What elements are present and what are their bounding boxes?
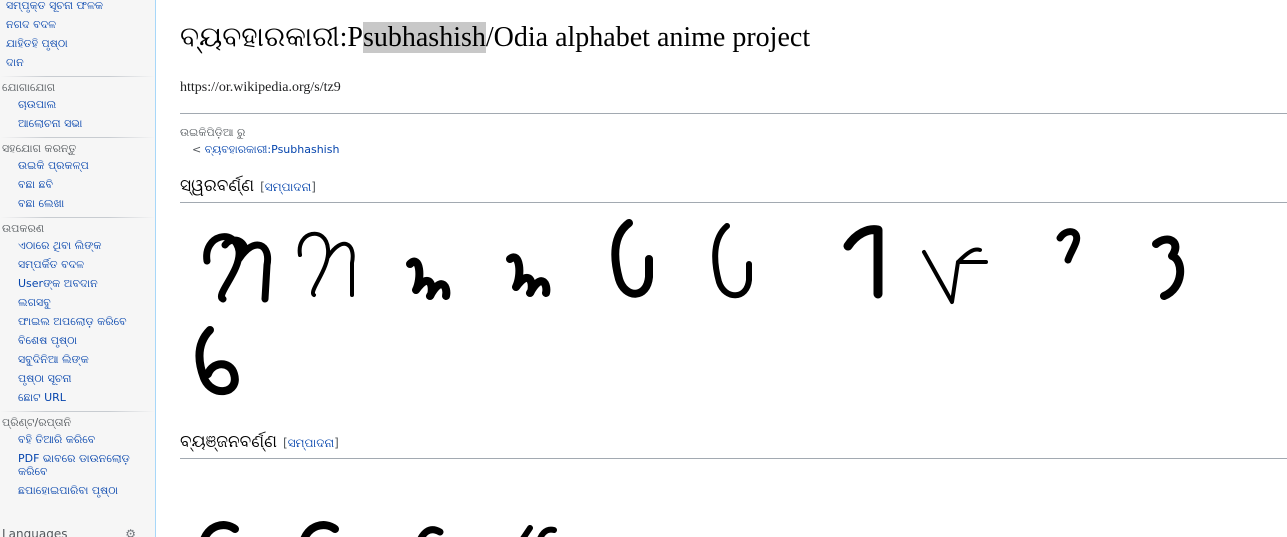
- sidebar-link[interactable]: ଆଲୋଚନା ସଭା: [18, 117, 82, 130]
- sidebar-item-page-info[interactable]: ପୃଷ୍ଠା ସୂଚନା: [0, 369, 155, 388]
- sidebar-link[interactable]: ଛପାହୋଇପାରିବା ପୃଷ୍ଠା: [18, 484, 118, 497]
- edit-section: [ସମ୍ପାଦନା]: [260, 180, 316, 194]
- odia-vowel-e-image[interactable]: [918, 222, 993, 310]
- odia-vowel-aa-image[interactable]: [290, 215, 360, 300]
- sidebar-link[interactable]: ଚାଉପାଲ: [18, 98, 56, 111]
- edit-section-link[interactable]: ସମ୍ପାଦନା: [288, 436, 334, 450]
- section-divider: [180, 458, 1287, 459]
- odia-vowel-i-image[interactable]: [402, 248, 457, 303]
- sidebar-item-special-pages[interactable]: ବିଶେଷ ପୃଷ୍ଠା: [0, 331, 155, 350]
- sidebar-link[interactable]: ଲଗସବୁ: [18, 296, 51, 309]
- odia-vowel-uu-image[interactable]: [705, 218, 765, 303]
- languages-label: Languages: [2, 527, 68, 537]
- sidebar-item[interactable]: ନଗଦ ବଦଳ: [0, 15, 155, 34]
- sidebar-link[interactable]: ଏଠାରେ ଥିବା ଲିଙ୍କ: [18, 239, 101, 252]
- odia-vowel-au-image[interactable]: [190, 322, 250, 402]
- sidebar-link[interactable]: ସମ୍ପର୍କିତ ବଦଳ: [18, 258, 84, 271]
- sidebar-link[interactable]: PDF ଭାବରେ ଡାଉନଲୋଡ଼ କରିବେ: [18, 452, 130, 478]
- sidebar-link[interactable]: Userଙ୍କ ଅବଦାନ: [18, 277, 98, 290]
- site-tagline: ଉଇକିପିଡ଼ିଆ ରୁ: [180, 126, 246, 139]
- sidebar-link[interactable]: ଉଇକି ପ୍ରକଳ୍ପ: [18, 159, 89, 172]
- sidebar-link[interactable]: ବଛା ଛବି: [18, 178, 53, 191]
- section-title: ବ୍ୟଞ୍ଜନବର୍ଣ୍ଣ: [180, 432, 277, 452]
- sidebar-item[interactable]: ସମ୍ପୃକ୍ତ ସୂଚନା ଫଳକ: [0, 0, 155, 15]
- gear-icon[interactable]: ⚙: [125, 527, 136, 537]
- sidebar-item-upload-file[interactable]: ଫାଇଲ ଅପଲୋଡ଼ କରିବେ: [0, 312, 155, 331]
- page-title-selected-text: subhashish: [362, 22, 486, 53]
- odia-vowel-u-image[interactable]: [605, 215, 665, 305]
- sidebar-item-wikiproject[interactable]: ଉଇକି ପ୍ରକଳ୍ପ: [0, 156, 155, 175]
- sidebar-link[interactable]: ସବୁଦିନିଆ ଲିଙ୍କ: [18, 353, 89, 366]
- sidebar-link[interactable]: ବହି ତିଆରି କରିବେ: [18, 433, 95, 446]
- breadcrumb-arrow: <: [192, 143, 205, 156]
- sidebar-link[interactable]: ଯାହିତହି ପୃଷ୍ଠା: [6, 37, 68, 50]
- edit-section: [ସମ୍ପାଦନା]: [283, 436, 339, 450]
- odia-vowel-ai-image[interactable]: [1052, 220, 1092, 270]
- sidebar-item-printable-version[interactable]: ଛପାହୋଇପାରିବା ପୃଷ୍ଠା: [0, 481, 155, 500]
- sidebar-item-create-book[interactable]: ବହି ତିଆରି କରିବେ: [0, 430, 155, 449]
- odia-consonant-image[interactable]: [410, 518, 450, 537]
- sidebar-item-download-pdf[interactable]: PDF ଭାବରେ ଡାଉନଲୋଡ଼ କରିବେ: [0, 449, 138, 481]
- sidebar-item-community[interactable]: ଚାଉପାଲ: [0, 95, 155, 114]
- title-divider: [180, 113, 1287, 114]
- section-heading-consonants: ବ୍ୟଞ୍ଜନବର୍ଣ୍ଣ [ସମ୍ପାଦନା]: [180, 432, 339, 452]
- divider: [0, 411, 155, 412]
- section-title: ସ୍ୱରବର୍ଣ୍ଣ: [180, 176, 255, 196]
- sidebar-item-short-url[interactable]: ଛୋଟ URL: [0, 388, 155, 407]
- sidebar-item-permanent-link[interactable]: ସବୁଦିନିଆ ଲିଙ୍କ: [0, 350, 155, 369]
- sidebar-item[interactable]: ଯାହିତହି ପୃଷ୍ଠା: [0, 34, 155, 53]
- edit-section-link[interactable]: ସମ୍ପାଦନା: [265, 180, 311, 194]
- section-divider: [180, 202, 1287, 203]
- odia-vowel-o-image[interactable]: [1148, 230, 1193, 305]
- sidebar-link[interactable]: ସମ୍ପୃକ୍ତ ସୂଚନା ଫଳକ: [6, 0, 103, 12]
- section-heading-vowels: ସ୍ୱରବର୍ଣ୍ଣ [ସମ୍ପାଦନା]: [180, 176, 316, 196]
- odia-consonant-image[interactable]: [510, 518, 560, 537]
- divider: [0, 76, 155, 77]
- odia-consonant-image[interactable]: [195, 515, 255, 537]
- sidebar-link[interactable]: ନଗଦ ବଦଳ: [6, 18, 56, 31]
- portal-heading-print-export: ପ୍ରିଣ୍ଟ/ରପ୍ତାନି: [2, 416, 72, 429]
- odia-vowel-a-image[interactable]: [195, 215, 285, 305]
- portal-heading-tools: ଉପକରଣ: [2, 222, 45, 235]
- sidebar-item-what-links-here[interactable]: ଏଠାରେ ଥିବା ଲିଙ୍କ: [0, 236, 155, 255]
- sidebar: ସମ୍ପୃକ୍ତ ସୂଚନା ଫଳକ ନଗଦ ବଦଳ ଯାହିତହି ପୃଷ୍ଠ…: [0, 0, 156, 537]
- odia-consonant-image[interactable]: [295, 515, 355, 537]
- sidebar-link[interactable]: ଛୋଟ URL: [18, 391, 66, 404]
- sidebar-link[interactable]: ଫାଇଲ ଅପଲୋଡ଼ କରିବେ: [18, 315, 127, 328]
- sidebar-item-featured-articles[interactable]: ବଛା ଲେଖା: [0, 194, 155, 213]
- sidebar-item-user-contributions[interactable]: Userଙ୍କ ଅବଦାନ: [0, 274, 155, 293]
- divider: [0, 137, 155, 138]
- page-title: ବ୍ୟବହାରକାରୀ:Psubhashish/Odia alphabet an…: [180, 20, 810, 56]
- divider: [0, 217, 155, 218]
- main-content: ବ୍ୟବହାରକାରୀ:Psubhashish/Odia alphabet an…: [180, 0, 1287, 537]
- languages-heading: Languages ⚙: [2, 527, 138, 537]
- sidebar-link[interactable]: ବିଶେଷ ପୃଷ୍ଠା: [18, 334, 77, 347]
- sidebar-item-related-changes[interactable]: ସମ୍ପର୍କିତ ବଦଳ: [0, 255, 155, 274]
- page-title-prefix: ବ୍ୟବହାରକାରୀ:P: [180, 22, 363, 53]
- portal-heading-contribute: ସହଯୋଗ କରନ୍ତୁ: [2, 142, 77, 155]
- sidebar-link[interactable]: ଦାନ: [6, 56, 24, 69]
- portal-heading-interaction: ଯୋଗାଯୋଗ: [2, 81, 56, 94]
- sidebar-item-featured-pictures[interactable]: ବଛା ଛବି: [0, 175, 155, 194]
- breadcrumb-link-user-page[interactable]: ବ୍ୟବହାରକାରୀ:Psubhashish: [205, 143, 340, 156]
- odia-vowel-ri-image[interactable]: [840, 218, 890, 300]
- sidebar-item-logs[interactable]: ଲଗସବୁ: [0, 293, 155, 312]
- page-title-suffix: /Odia alphabet anime project: [485, 22, 811, 53]
- sidebar-item-discussion[interactable]: ଆଲୋଚନା ସଭା: [0, 114, 155, 133]
- short-url: https://or.wikipedia.org/s/tz9: [180, 80, 341, 95]
- odia-vowel-ii-image[interactable]: [502, 245, 557, 300]
- breadcrumb: < ବ୍ୟବହାରକାରୀ:Psubhashish: [192, 143, 339, 157]
- sidebar-item[interactable]: ଦାନ: [0, 53, 155, 72]
- sidebar-link[interactable]: ପୃଷ୍ଠା ସୂଚନା: [18, 372, 72, 385]
- sidebar-link[interactable]: ବଛା ଲେଖା: [18, 197, 64, 210]
